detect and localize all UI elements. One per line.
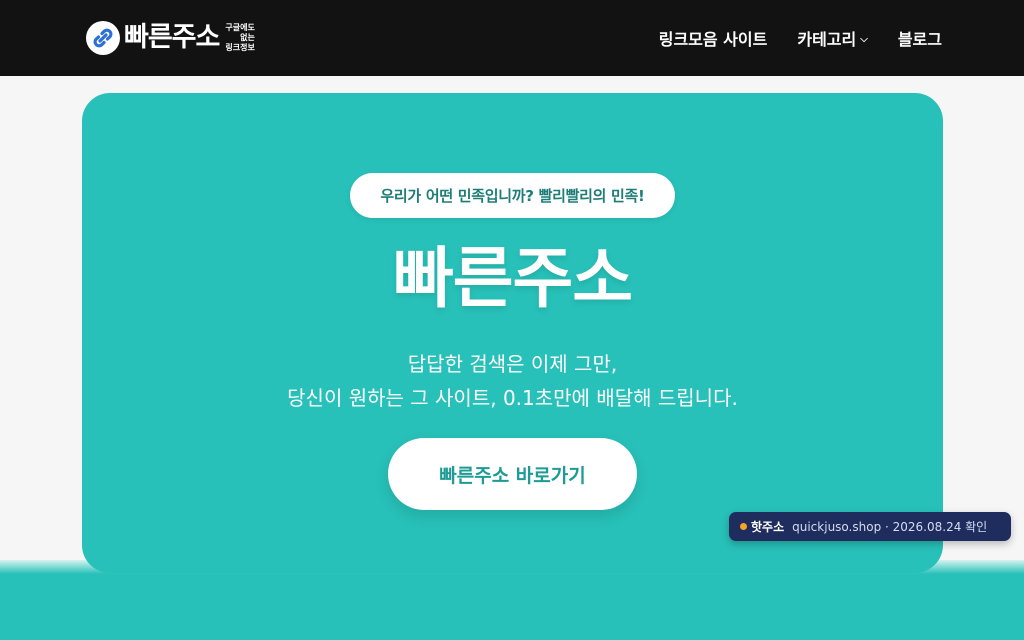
hero-title: 빠른주소 (393, 240, 633, 317)
logo-sub-line-3: 링크정보 (225, 43, 255, 52)
toast-info: quickjuso.shop · 2026.08.24 확인 (792, 520, 988, 534)
hero-card: 우리가 어떤 민족입니까? 빨리빨리의 민족! 빠른주소 답답한 검색은 이제 … (82, 93, 943, 573)
nav-category-dropdown[interactable]: 카테고리 ⌵ (797, 26, 867, 50)
logo-subtext: 구글에도 없는 링크정보 (225, 23, 254, 53)
nav-category-label: 카테고리 (797, 30, 857, 49)
chevron-down-icon: ⌵ (860, 33, 868, 45)
nav-blog[interactable]: 블로그 (898, 26, 942, 50)
hero-description: 답답한 검색은 이제 그만, 당신이 원하는 그 사이트, 0.1초만에 배달해… (82, 347, 943, 415)
main-nav: 링크모음 사이트 카테고리 ⌵ 블로그 (659, 0, 942, 76)
toast-label: 핫주소 (751, 520, 785, 534)
go-to-site-button[interactable]: 빠른주소 바로가기 (388, 438, 637, 510)
site-logo[interactable]: 빠른주소 구글에도 없는 링크정보 (86, 20, 255, 56)
logo-sub-line-1: 구글에도 (225, 23, 255, 32)
hot-address-toast[interactable]: 핫주소 quickjuso.shop · 2026.08.24 확인 (729, 512, 1011, 541)
status-dot-icon (740, 523, 747, 530)
chain-link-icon (86, 21, 120, 55)
nav-link-collection[interactable]: 링크모음 사이트 (659, 26, 768, 50)
nav-link-collection-label: 링크모음 사이트 (658, 30, 768, 49)
top-navigation-bar: 빠른주소 구글에도 없는 링크정보 링크모음 사이트 카테고리 ⌵ 블로그 (0, 0, 1024, 76)
tagline-pill: 우리가 어떤 민족입니까? 빨리빨리의 민족! (350, 173, 675, 218)
hero-description-line-1: 답답한 검색은 이제 그만, (407, 352, 618, 376)
hero-description-line-2: 당신이 원하는 그 사이트, 0.1초만에 배달해 드립니다. (287, 386, 738, 410)
logo-sub-line-2: 없는 (240, 33, 255, 42)
logo-text: 빠른주소 (124, 22, 220, 53)
nav-blog-label: 블로그 (897, 30, 942, 49)
